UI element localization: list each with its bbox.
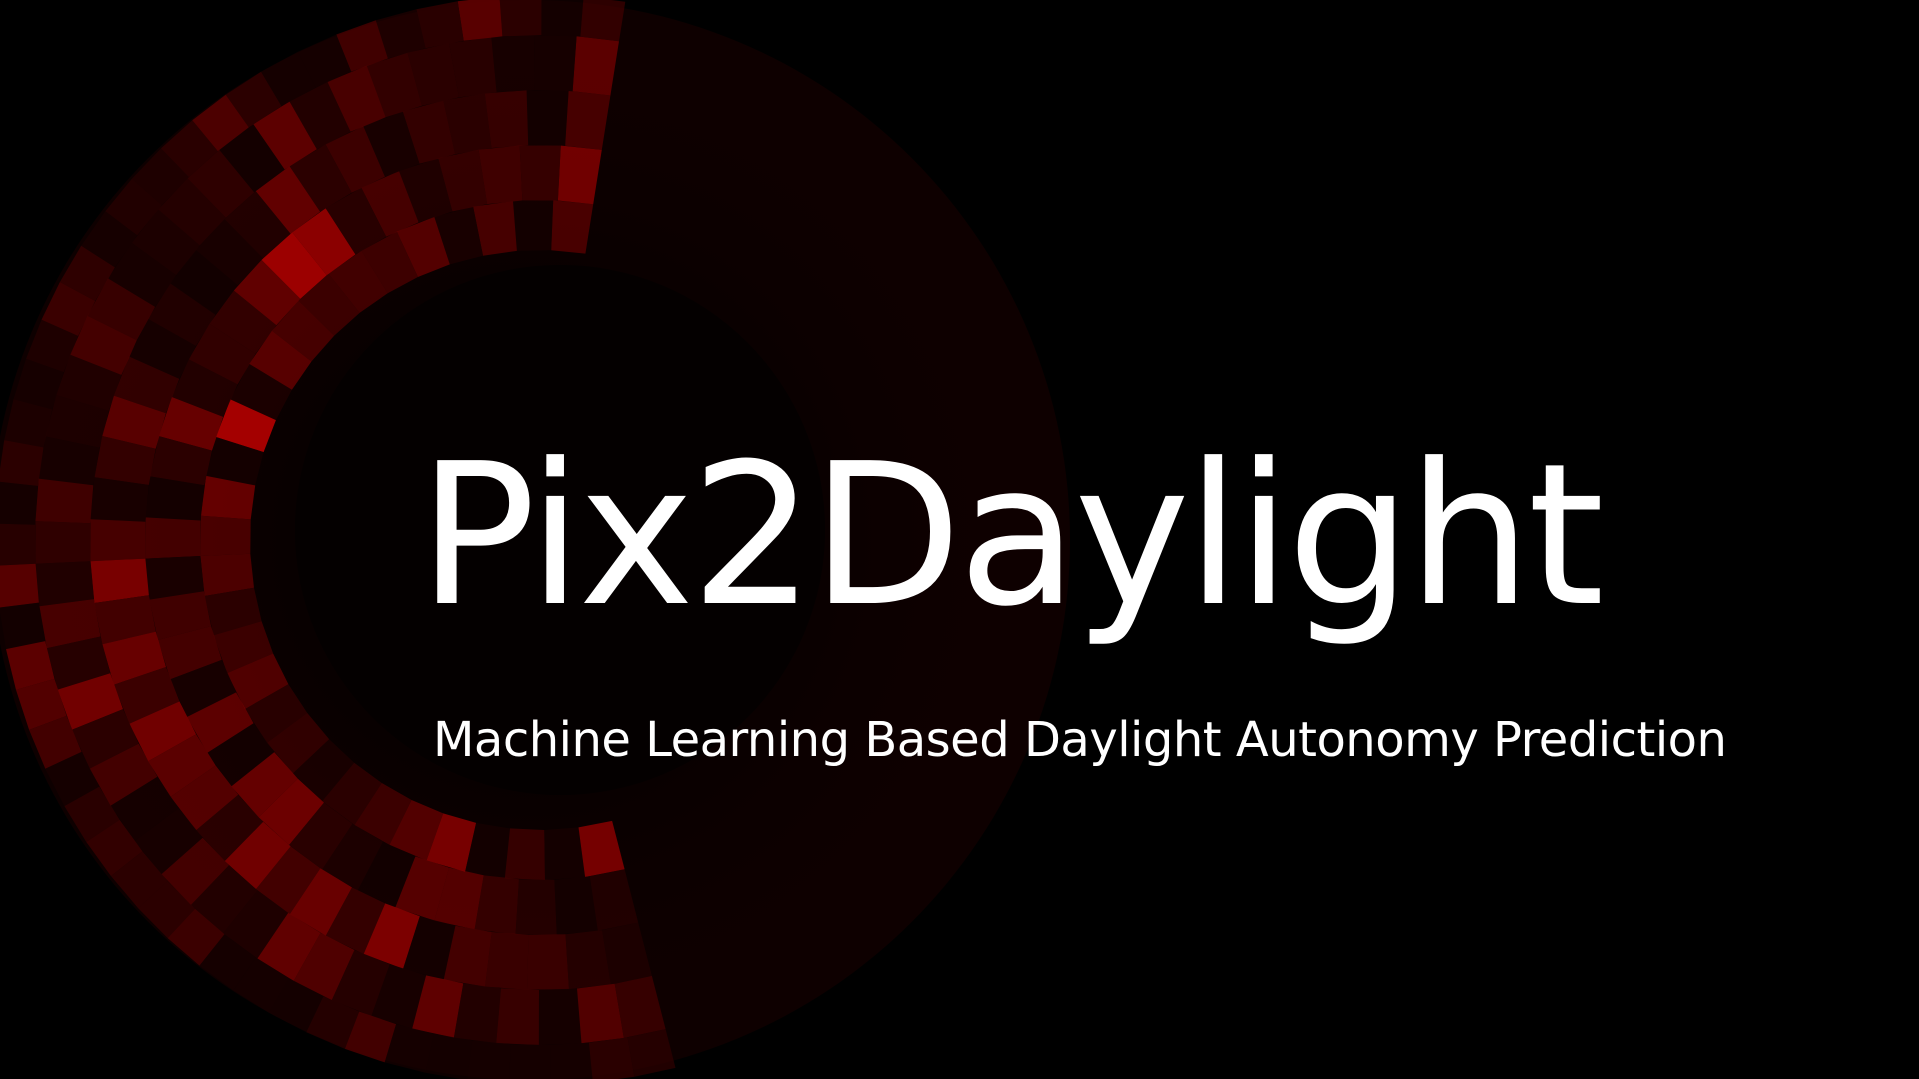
dome-cell [0, 440, 44, 486]
dome-cell [513, 200, 554, 251]
dome-cell [0, 523, 36, 566]
dome-cell [550, 1042, 593, 1079]
dome-cell [0, 602, 46, 650]
dome-cell [491, 35, 535, 93]
slide-title: Pix2Daylight [418, 422, 1604, 650]
dome-cell [0, 563, 39, 608]
dome-cell [35, 478, 94, 524]
dome-cell [515, 879, 557, 935]
dome-cell [457, 0, 503, 41]
dome-cell [538, 988, 582, 1045]
dome-cell [526, 90, 569, 146]
dome-cell [509, 1044, 551, 1079]
dome-cell [484, 90, 529, 148]
slide-subtitle: Machine Learning Based Daylight Autonomy… [433, 712, 1727, 768]
dome-cell [544, 827, 586, 880]
dome-cell [588, 1037, 635, 1079]
dome-cell [496, 988, 539, 1045]
dome-cell [580, 0, 626, 42]
dome-cell [467, 1040, 511, 1079]
dome-cell [90, 477, 149, 522]
dome-cell [35, 561, 94, 607]
dome-cell [90, 519, 146, 562]
dome-cell [541, 0, 584, 37]
dome-cell [519, 145, 561, 201]
dome-cell [0, 481, 38, 525]
dome-cell [504, 828, 545, 880]
dome-cell [145, 517, 201, 559]
dome-cell [499, 0, 542, 37]
dome-cell [485, 932, 529, 990]
dome-cell [527, 934, 569, 990]
dome-cell [425, 1033, 473, 1079]
title-slide: Pix2Daylight Machine Learning Based Dayl… [0, 0, 1919, 1079]
dome-cell [35, 521, 91, 564]
dome-cell [90, 558, 149, 603]
dome-cell [534, 35, 577, 92]
dome-cell [200, 515, 251, 556]
